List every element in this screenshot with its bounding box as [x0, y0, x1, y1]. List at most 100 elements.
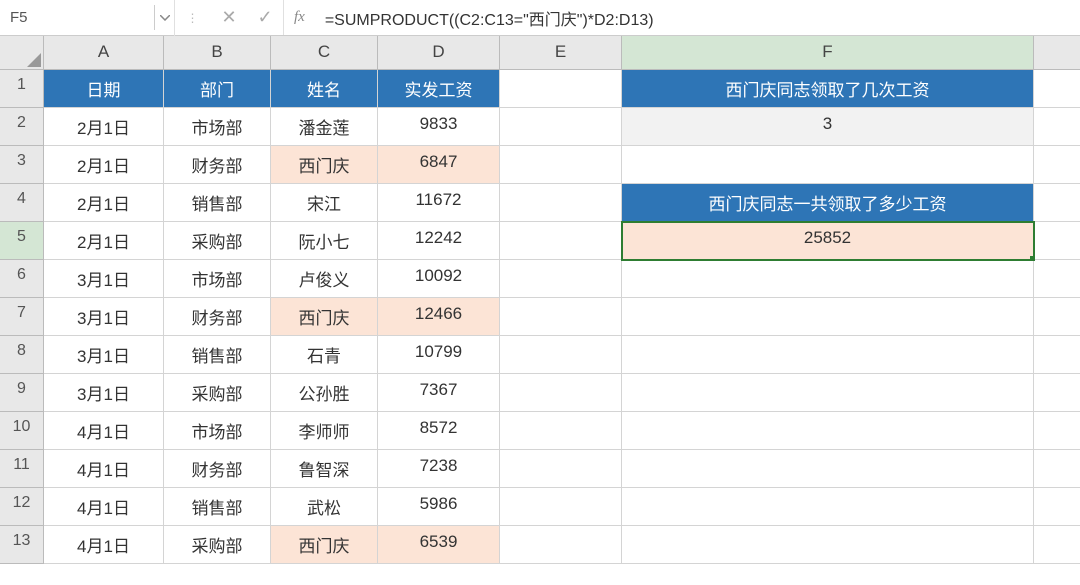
cell-A8[interactable]: 3月1日 — [44, 336, 164, 374]
cell-C1[interactable]: 姓名 — [271, 70, 378, 108]
cell-D13[interactable]: 6539 — [378, 526, 500, 564]
cell-D6[interactable]: 10092 — [378, 260, 500, 298]
formula-input[interactable] — [315, 5, 1080, 31]
cell-F12[interactable] — [622, 488, 1034, 526]
row-head-8[interactable]: 8 — [0, 336, 44, 374]
cell-C6[interactable]: 卢俊义 — [271, 260, 378, 298]
cell-C10[interactable]: 李师师 — [271, 412, 378, 450]
formula-confirm-button[interactable]: ✓ — [247, 0, 283, 36]
cell-B1[interactable]: 部门 — [164, 70, 271, 108]
formula-cancel-button[interactable]: ✕ — [211, 0, 247, 36]
cell-G10[interactable] — [1034, 412, 1080, 450]
cell-F11[interactable] — [622, 450, 1034, 488]
cell-D3[interactable]: 6847 — [378, 146, 500, 184]
cell-B7[interactable]: 财务部 — [164, 298, 271, 336]
cell-E8[interactable] — [500, 336, 622, 374]
cell-G1[interactable] — [1034, 70, 1080, 108]
cell-E9[interactable] — [500, 374, 622, 412]
cell-F10[interactable] — [622, 412, 1034, 450]
cell-B9[interactable]: 采购部 — [164, 374, 271, 412]
row-head-12[interactable]: 12 — [0, 488, 44, 526]
cell-B3[interactable]: 财务部 — [164, 146, 271, 184]
cell-E6[interactable] — [500, 260, 622, 298]
cell-C4[interactable]: 宋江 — [271, 184, 378, 222]
cell-B5[interactable]: 采购部 — [164, 222, 271, 260]
cell-A6[interactable]: 3月1日 — [44, 260, 164, 298]
cell-F8[interactable] — [622, 336, 1034, 374]
cell-A3[interactable]: 2月1日 — [44, 146, 164, 184]
cell-A5[interactable]: 2月1日 — [44, 222, 164, 260]
cell-G3[interactable] — [1034, 146, 1080, 184]
cell-D8[interactable]: 10799 — [378, 336, 500, 374]
cell-E10[interactable] — [500, 412, 622, 450]
cell-C7[interactable]: 西门庆 — [271, 298, 378, 336]
cell-B10[interactable]: 市场部 — [164, 412, 271, 450]
cell-B6[interactable]: 市场部 — [164, 260, 271, 298]
cell-C13[interactable]: 西门庆 — [271, 526, 378, 564]
cell-F2[interactable]: 3 — [622, 108, 1034, 146]
cell-D9[interactable]: 7367 — [378, 374, 500, 412]
cell-C12[interactable]: 武松 — [271, 488, 378, 526]
row-head-10[interactable]: 10 — [0, 412, 44, 450]
col-head-A[interactable]: A — [44, 36, 164, 70]
row-head-1[interactable]: 1 — [0, 70, 44, 108]
col-head-B[interactable]: B — [164, 36, 271, 70]
cell-G12[interactable] — [1034, 488, 1080, 526]
cell-A4[interactable]: 2月1日 — [44, 184, 164, 222]
cell-C9[interactable]: 公孙胜 — [271, 374, 378, 412]
cell-A13[interactable]: 4月1日 — [44, 526, 164, 564]
cell-E3[interactable] — [500, 146, 622, 184]
cell-G9[interactable] — [1034, 374, 1080, 412]
row-head-11[interactable]: 11 — [0, 450, 44, 488]
cell-G4[interactable] — [1034, 184, 1080, 222]
cell-D10[interactable]: 8572 — [378, 412, 500, 450]
fx-label[interactable]: fx — [283, 0, 315, 35]
col-head-D[interactable]: D — [378, 36, 500, 70]
cell-C11[interactable]: 鲁智深 — [271, 450, 378, 488]
cell-A2[interactable]: 2月1日 — [44, 108, 164, 146]
select-all-corner[interactable] — [0, 36, 44, 70]
cell-F7[interactable] — [622, 298, 1034, 336]
cell-D4[interactable]: 11672 — [378, 184, 500, 222]
row-head-9[interactable]: 9 — [0, 374, 44, 412]
row-head-3[interactable]: 3 — [0, 146, 44, 184]
cell-G7[interactable] — [1034, 298, 1080, 336]
cell-G11[interactable] — [1034, 450, 1080, 488]
cell-C5[interactable]: 阮小七 — [271, 222, 378, 260]
cell-B12[interactable]: 销售部 — [164, 488, 271, 526]
row-head-13[interactable]: 13 — [0, 526, 44, 564]
cell-F13[interactable] — [622, 526, 1034, 564]
row-head-6[interactable]: 6 — [0, 260, 44, 298]
cell-B11[interactable]: 财务部 — [164, 450, 271, 488]
cell-F4[interactable]: 西门庆同志一共领取了多少工资 — [622, 184, 1034, 222]
col-head-C[interactable]: C — [271, 36, 378, 70]
cell-F1[interactable]: 西门庆同志领取了几次工资 — [622, 70, 1034, 108]
cell-A9[interactable]: 3月1日 — [44, 374, 164, 412]
cell-G6[interactable] — [1034, 260, 1080, 298]
col-head-E[interactable]: E — [500, 36, 622, 70]
row-head-7[interactable]: 7 — [0, 298, 44, 336]
cell-E13[interactable] — [500, 526, 622, 564]
row-head-4[interactable]: 4 — [0, 184, 44, 222]
name-box-dropdown[interactable] — [155, 0, 175, 36]
cell-E5[interactable] — [500, 222, 622, 260]
row-head-5[interactable]: 5 — [0, 222, 44, 260]
cell-E1[interactable] — [500, 70, 622, 108]
col-head-F[interactable]: F — [622, 36, 1034, 70]
cell-F5[interactable]: 25852 — [622, 222, 1034, 260]
cell-A10[interactable]: 4月1日 — [44, 412, 164, 450]
cell-G8[interactable] — [1034, 336, 1080, 374]
cell-G5[interactable] — [1034, 222, 1080, 260]
cell-B13[interactable]: 采购部 — [164, 526, 271, 564]
cell-F3[interactable] — [622, 146, 1034, 184]
cell-F6[interactable] — [622, 260, 1034, 298]
cell-C3[interactable]: 西门庆 — [271, 146, 378, 184]
cell-C8[interactable]: 石青 — [271, 336, 378, 374]
formula-ellipsis-button[interactable]: ⋮ — [175, 0, 211, 36]
cell-G13[interactable] — [1034, 526, 1080, 564]
row-head-2[interactable]: 2 — [0, 108, 44, 146]
cell-D7[interactable]: 12466 — [378, 298, 500, 336]
cell-F9[interactable] — [622, 374, 1034, 412]
cell-A11[interactable]: 4月1日 — [44, 450, 164, 488]
cell-A1[interactable]: 日期 — [44, 70, 164, 108]
